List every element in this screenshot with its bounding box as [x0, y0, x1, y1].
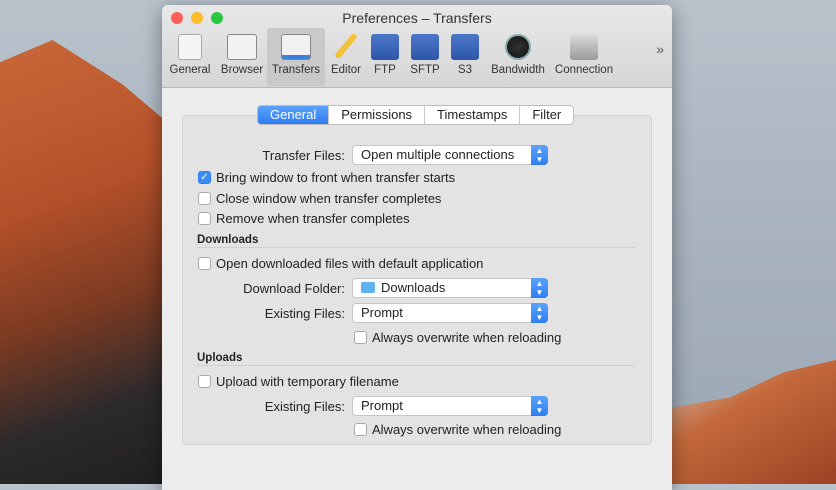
toolbar-label: Connection — [554, 64, 614, 76]
desktop-wallpaper-rock — [0, 40, 175, 484]
download-folder-label: Download Folder: — [243, 281, 345, 296]
downloads-header: Downloads — [197, 234, 259, 246]
ftp-drive-icon — [371, 34, 399, 60]
chevron-updown-icon: ▲ ▼ — [531, 303, 548, 323]
toolbar-label: Transfers — [271, 64, 321, 76]
tab-permissions[interactable]: Permissions — [328, 106, 424, 124]
download-overwrite-checkbox[interactable] — [354, 331, 367, 344]
toolbar-ftp[interactable]: FTP — [368, 28, 402, 86]
tab-filter[interactable]: Filter — [519, 106, 573, 124]
folder-icon — [361, 282, 375, 293]
popup-value: Prompt — [361, 398, 403, 413]
transfer-files-label: Transfer Files: — [262, 148, 345, 163]
toolbar-bandwidth[interactable]: Bandwidth — [488, 28, 548, 86]
toolbar-s3[interactable]: S3 — [448, 28, 482, 86]
window-title: Preferences – Transfers — [342, 10, 492, 26]
download-overwrite-label: Always overwrite when reloading — [372, 330, 562, 345]
chevron-updown-icon: ▲ ▼ — [531, 396, 548, 416]
open-default-checkbox[interactable] — [198, 257, 211, 270]
transfer-files-popup[interactable]: Open multiple connections ▲ ▼ — [352, 145, 548, 165]
preferences-window: Preferences – Transfers General Browser … — [162, 5, 672, 490]
download-existing-files-popup[interactable]: Prompt ▲ ▼ — [352, 303, 548, 323]
uploads-divider — [197, 365, 635, 366]
toolbar-connection[interactable]: Connection — [552, 28, 616, 86]
network-plug-icon — [570, 34, 598, 60]
transfers-list-icon — [281, 34, 311, 60]
toolbar-label: Browser — [220, 64, 264, 76]
toolbar-label: FTP — [374, 64, 396, 76]
open-default-label: Open downloaded files with default appli… — [216, 256, 484, 271]
toolbar-general[interactable]: General — [167, 28, 213, 86]
chevron-updown-icon: ▲ ▼ — [531, 145, 548, 165]
toolbar-editor[interactable]: Editor — [326, 28, 366, 86]
chevron-updown-icon: ▲ ▼ — [531, 278, 548, 298]
upload-existing-files-popup[interactable]: Prompt ▲ ▼ — [352, 396, 548, 416]
tab-timestamps[interactable]: Timestamps — [424, 106, 519, 124]
download-folder-popup[interactable]: Downloads ▲ ▼ — [352, 278, 548, 298]
close-window-checkbox[interactable] — [198, 192, 211, 205]
popup-value: Prompt — [361, 305, 403, 320]
amazon-s3-drive-icon — [451, 34, 479, 60]
toolbar-label: SFTP — [410, 64, 440, 76]
pencil-icon — [334, 32, 358, 60]
tab-general[interactable]: General — [258, 106, 329, 124]
temp-filename-label: Upload with temporary filename — [216, 374, 399, 389]
toolbar-sftp[interactable]: SFTP — [408, 28, 442, 86]
toolbar-overflow-chevron-icon[interactable]: » — [656, 41, 664, 57]
switch-icon — [178, 34, 202, 60]
upload-existing-files-label: Existing Files: — [264, 399, 345, 414]
upload-overwrite-checkbox[interactable] — [354, 423, 367, 436]
upload-overwrite-label: Always overwrite when reloading — [372, 422, 562, 437]
remove-checkbox[interactable] — [198, 212, 211, 225]
title-bar: Preferences – Transfers General Browser … — [162, 5, 672, 88]
browser-window-icon — [227, 34, 257, 60]
close-window-label: Close window when transfer completes — [216, 191, 442, 206]
desktop-wallpaper-mountain — [660, 360, 836, 484]
temp-filename-checkbox[interactable] — [198, 375, 211, 388]
toolbar-transfers[interactable]: Transfers — [267, 28, 325, 86]
remove-label: Remove when transfer completes — [216, 211, 410, 226]
toolbar-browser[interactable]: Browser — [217, 28, 267, 86]
downloads-divider — [197, 247, 635, 248]
bring-front-checkbox[interactable]: ✓ — [198, 171, 211, 184]
download-existing-files-label: Existing Files: — [264, 306, 345, 321]
toolbar-label: General — [169, 64, 211, 76]
tab-bar: General Permissions Timestamps Filter — [257, 105, 575, 125]
toolbar-label: Bandwidth — [491, 64, 545, 76]
popup-value: Open multiple connections — [361, 147, 515, 162]
gauge-icon — [505, 34, 531, 60]
toolbar-label: S3 — [457, 64, 473, 76]
bring-front-label: Bring window to front when transfer star… — [216, 170, 456, 185]
uploads-header: Uploads — [197, 352, 243, 364]
sftp-drive-icon — [411, 34, 439, 60]
popup-value: Downloads — [381, 280, 446, 295]
toolbar-label: Editor — [330, 64, 362, 76]
